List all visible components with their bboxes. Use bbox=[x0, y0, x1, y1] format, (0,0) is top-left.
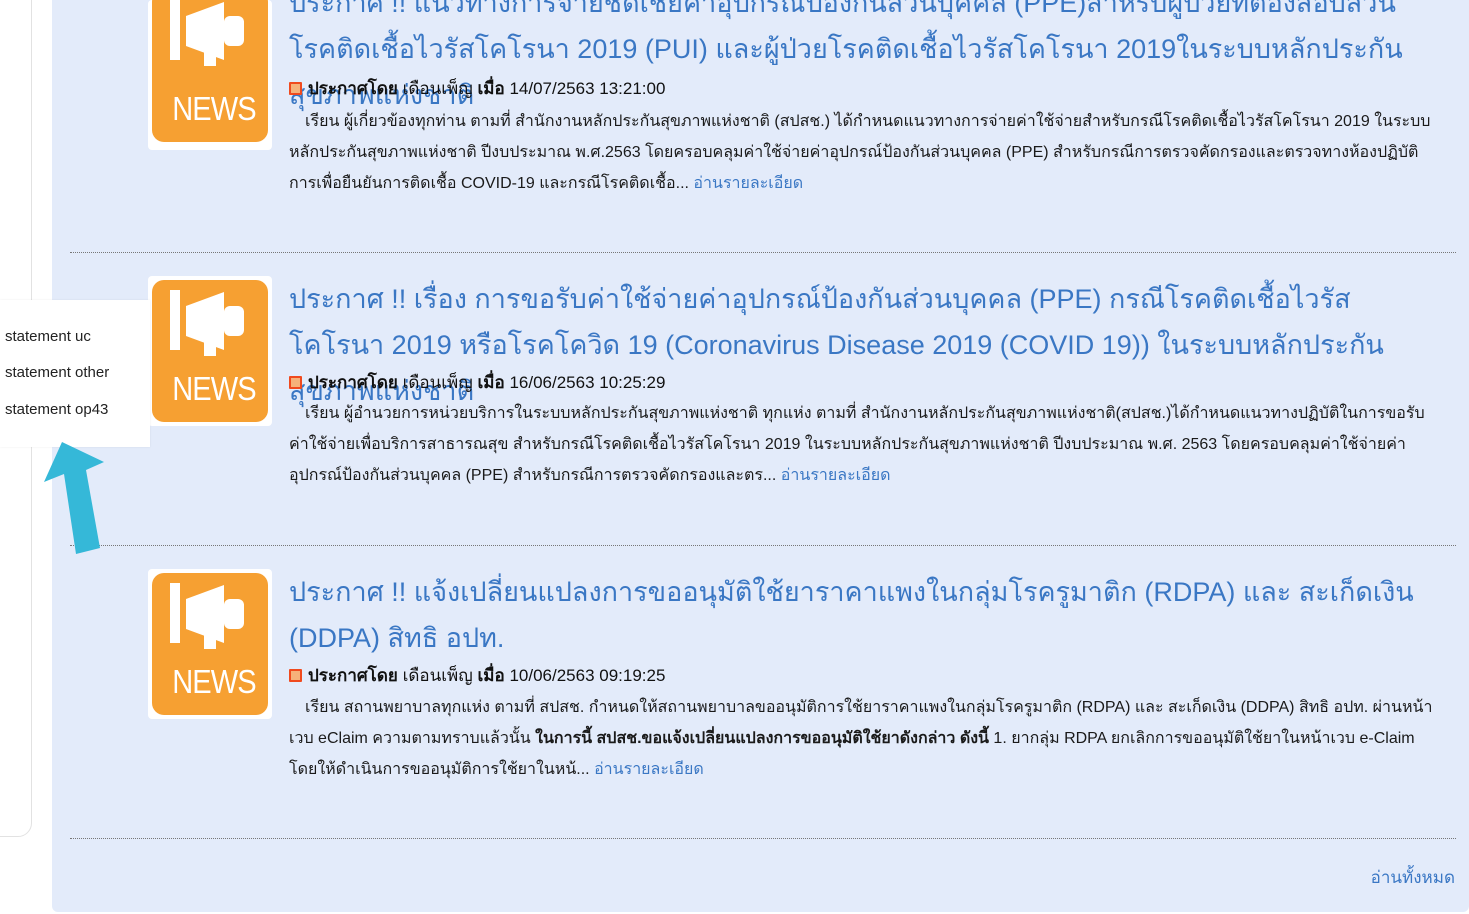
bullet-icon bbox=[289, 376, 302, 389]
news-excerpt: เรียน สถานพยาบาลทุกแห่ง ตามที่ สปสช. กำห… bbox=[289, 692, 1439, 785]
news-author: เดือนเพ็ญ bbox=[402, 373, 473, 392]
news-meta: ประกาศโดย เดือนเพ็ญ เมื่อ 14/07/2563 13:… bbox=[289, 77, 665, 101]
news-title[interactable]: ประกาศ !! แจ้งเปลี่ยนแปลงการขออนุมัติใช้… bbox=[289, 569, 1429, 661]
news-panel: NEWS ประกาศ !! แนวทางการจ่ายชดเชยค่าอุปก… bbox=[52, 0, 1469, 912]
announced-label: ประกาศโดย bbox=[308, 79, 398, 98]
news-thumbnail[interactable]: NEWS bbox=[148, 276, 272, 426]
menu-item-statement-op43[interactable]: statement op43 bbox=[5, 401, 108, 418]
megaphone-icon bbox=[170, 583, 244, 649]
news-author: เดือนเพ็ญ bbox=[402, 79, 473, 98]
news-tile: NEWS bbox=[152, 0, 268, 142]
news-label: NEWS bbox=[172, 90, 256, 127]
read-more-link[interactable]: อ่านรายละเอียด bbox=[594, 761, 704, 778]
read-more-link[interactable]: อ่านรายละเอียด bbox=[693, 175, 803, 192]
pointer-arrow-icon bbox=[44, 442, 104, 554]
news-meta: ประกาศโดย เดือนเพ็ญ เมื่อ 16/06/2563 10:… bbox=[289, 371, 665, 395]
divider bbox=[70, 545, 1456, 546]
news-excerpt: เรียน ผู้อำนวยการหน่วยบริการในระบบหลักปร… bbox=[289, 398, 1439, 491]
read-more-link[interactable]: อ่านรายละเอียด bbox=[781, 467, 891, 484]
when-label: เมื่อ bbox=[477, 79, 505, 98]
bullet-icon bbox=[289, 669, 302, 682]
announced-label: ประกาศโดย bbox=[308, 666, 398, 685]
news-label: NEWS bbox=[172, 370, 256, 407]
news-tile: NEWS bbox=[152, 573, 268, 715]
read-all-link[interactable]: อ่านทั้งหมด bbox=[1371, 864, 1455, 891]
news-date: 16/06/2563 10:25:29 bbox=[509, 373, 666, 392]
news-date: 10/06/2563 09:19:25 bbox=[509, 666, 666, 685]
excerpt-text: เรียน ผู้เกี่ยวข้องทุกท่าน ตามที่ สำนักง… bbox=[289, 113, 1431, 192]
menu-item-statement-uc[interactable]: statement uc bbox=[5, 328, 91, 345]
divider bbox=[70, 252, 1456, 253]
when-label: เมื่อ bbox=[477, 373, 505, 392]
news-thumbnail[interactable]: NEWS bbox=[148, 569, 272, 719]
when-label: เมื่อ bbox=[477, 666, 505, 685]
megaphone-icon bbox=[170, 290, 244, 356]
news-tile: NEWS bbox=[152, 280, 268, 422]
excerpt-bold-text: ในการนี้ สปสช.ขอแจ้งเปลี่ยนแปลงการขออนุม… bbox=[535, 730, 989, 747]
menu-item-statement-other[interactable]: statement other bbox=[5, 364, 109, 381]
news-excerpt: เรียน ผู้เกี่ยวข้องทุกท่าน ตามที่ สำนักง… bbox=[289, 106, 1439, 199]
news-meta: ประกาศโดย เดือนเพ็ญ เมื่อ 10/06/2563 09:… bbox=[289, 664, 665, 688]
statement-popup-menu: statement uc statement other statement o… bbox=[0, 300, 150, 447]
news-date: 14/07/2563 13:21:00 bbox=[509, 79, 666, 98]
news-thumbnail[interactable]: NEWS bbox=[148, 0, 272, 150]
megaphone-icon bbox=[170, 0, 244, 66]
bullet-icon bbox=[289, 82, 302, 95]
news-label: NEWS bbox=[172, 663, 256, 700]
announced-label: ประกาศโดย bbox=[308, 373, 398, 392]
news-author: เดือนเพ็ญ bbox=[402, 666, 473, 685]
divider bbox=[70, 838, 1456, 839]
